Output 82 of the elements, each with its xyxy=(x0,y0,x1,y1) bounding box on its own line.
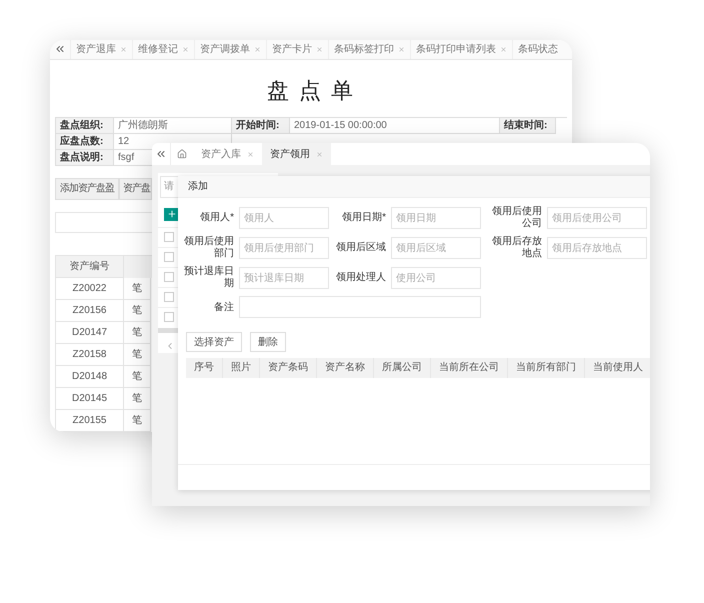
column-header: 资产条码 xyxy=(260,358,317,378)
close-icon[interactable] xyxy=(120,46,127,53)
field-label: 领用后使用部门 xyxy=(183,236,234,260)
table-cell: 笔 xyxy=(124,410,151,432)
toolbar-button[interactable]: 添加资产盘盈 xyxy=(55,178,119,200)
checkbox[interactable] xyxy=(164,252,174,262)
plus-icon xyxy=(167,209,177,220)
column-header: 当前所有部门 xyxy=(508,358,585,378)
input-field[interactable]: 使用公司 xyxy=(391,267,481,289)
tab[interactable]: 资产退库 xyxy=(70,40,132,59)
field-label: 领用后使用公司 xyxy=(491,206,542,230)
close-icon[interactable] xyxy=(182,46,189,53)
field-label: 应盘点数: xyxy=(56,134,114,150)
table-cell: 笔 xyxy=(124,366,151,388)
input-field[interactable]: 领用日期 xyxy=(391,207,481,229)
table-cell: 笔 xyxy=(124,388,151,410)
field-label: 备注 xyxy=(213,300,234,314)
column-header: 当前所在公司 xyxy=(431,358,508,378)
table-cell: 笔 xyxy=(124,344,151,366)
field-label: 结束时间: xyxy=(500,118,556,134)
input-field[interactable]: 领用后使用部门 xyxy=(239,237,329,259)
close-icon[interactable] xyxy=(254,46,261,53)
table-cell: Z20022 xyxy=(56,278,124,300)
close-icon[interactable] xyxy=(316,46,323,53)
field-label: 盘点组织: xyxy=(56,118,114,134)
field-value: 2019-01-15 00:00:00 xyxy=(294,120,387,131)
tab[interactable]: 资产领用 xyxy=(262,143,331,165)
dialog-button[interactable]: 删除 xyxy=(250,332,286,352)
input-field[interactable]: 领用后使用公司 xyxy=(547,207,647,229)
checkbox[interactable] xyxy=(164,272,174,282)
close-icon[interactable] xyxy=(316,150,323,158)
table-cell: D20145 xyxy=(56,388,124,410)
column-header: 资产编号 xyxy=(56,256,124,278)
collapse-icon[interactable] xyxy=(155,148,167,160)
input-field[interactable]: 领用人 xyxy=(239,207,329,229)
table-cell: 笔 xyxy=(124,322,151,344)
field-label: 预计退库日期 xyxy=(183,266,234,290)
tab[interactable]: 条码打印申请列表 xyxy=(410,40,512,59)
table-cell: Z20155 xyxy=(56,410,124,432)
input-field[interactable]: 预计退库日期 xyxy=(239,267,329,289)
remark-field[interactable] xyxy=(239,296,481,318)
field-label: 领用后区域 xyxy=(335,242,386,254)
tab[interactable]: 资产卡片 xyxy=(266,40,328,59)
input-field[interactable]: 领用后区域 xyxy=(391,237,481,259)
input-field[interactable]: 领用后存放地点 xyxy=(547,237,647,259)
field-label: 领用后存放地点 xyxy=(491,236,542,260)
tab[interactable]: 资产调拨单 xyxy=(194,40,266,59)
column-header: 序号 xyxy=(186,358,223,378)
dialog-button[interactable]: 选择资产 xyxy=(186,332,242,352)
table-cell: D20148 xyxy=(56,366,124,388)
column-header: 照片 xyxy=(223,358,260,378)
checkbox[interactable] xyxy=(164,312,174,322)
column-header: 当前使用人 xyxy=(585,358,650,378)
dialog-title: 添加 xyxy=(178,176,650,198)
page-title: 盘 点 单 xyxy=(266,76,356,105)
tab[interactable]: 维修登记 xyxy=(132,40,194,59)
field-label: 领用日期* xyxy=(341,212,386,224)
table-cell: Z20158 xyxy=(56,344,124,366)
field-value: 广州德朗斯 xyxy=(118,120,168,131)
field-label: 领用处理人 xyxy=(335,272,386,284)
toolbar-button[interactable]: 资产盘 xyxy=(119,178,152,200)
column-header: 资产名称 xyxy=(317,358,374,378)
close-icon[interactable] xyxy=(247,150,254,158)
tab[interactable]: 资产入库 xyxy=(193,143,262,165)
tab[interactable]: 条码标签打印 xyxy=(328,40,410,59)
scrollbar[interactable] xyxy=(158,328,178,333)
field-label: 盘点说明: xyxy=(56,150,114,166)
home-icon[interactable] xyxy=(177,149,187,159)
field-label: 开始时间: xyxy=(232,118,290,134)
column-header: 所属公司 xyxy=(374,358,431,378)
checkbox[interactable] xyxy=(164,292,174,302)
table-cell: 笔 xyxy=(124,300,151,322)
close-icon[interactable] xyxy=(398,46,405,53)
table-cell: Z20156 xyxy=(56,300,124,322)
table-cell: 笔 xyxy=(124,278,151,300)
tab[interactable]: 条码状态 xyxy=(512,40,563,59)
field-label: 领用人* xyxy=(199,212,234,224)
field-value: 12 xyxy=(118,136,130,147)
close-icon[interactable] xyxy=(500,46,507,53)
checkbox[interactable] xyxy=(164,232,174,242)
field-value: fsgf xyxy=(118,152,134,163)
table-cell: D20147 xyxy=(56,322,124,344)
